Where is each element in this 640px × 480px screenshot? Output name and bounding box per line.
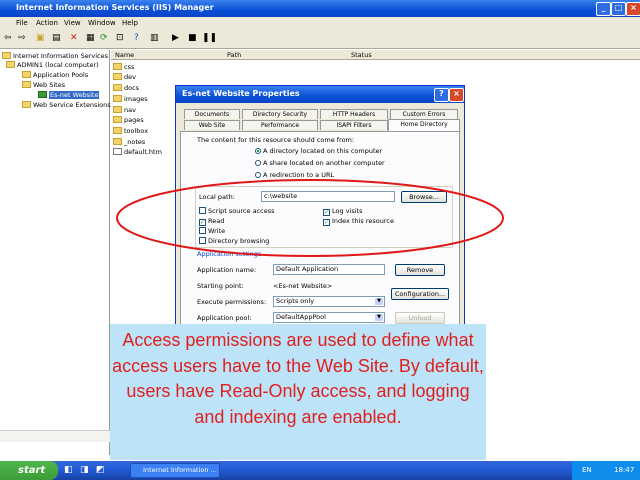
quick-launch-icon[interactable]: ◧ [64,465,73,475]
taskbar: start ◧ ◨ ◩ Internet Information ... EN … [0,461,640,480]
system-tray: EN 18:47 [572,461,640,480]
caption-box: Access permissions are used to define wh… [110,324,486,460]
clock: 18:47 [614,466,635,474]
highlight-ellipse [116,179,504,257]
taskbar-item-iis[interactable]: Internet Information ... [130,463,220,478]
quick-launch-icon[interactable]: ◩ [96,465,105,475]
start-button[interactable]: start [0,461,58,480]
quick-launch-icon[interactable]: ◨ [80,465,89,475]
language-indicator[interactable]: EN [582,466,592,474]
